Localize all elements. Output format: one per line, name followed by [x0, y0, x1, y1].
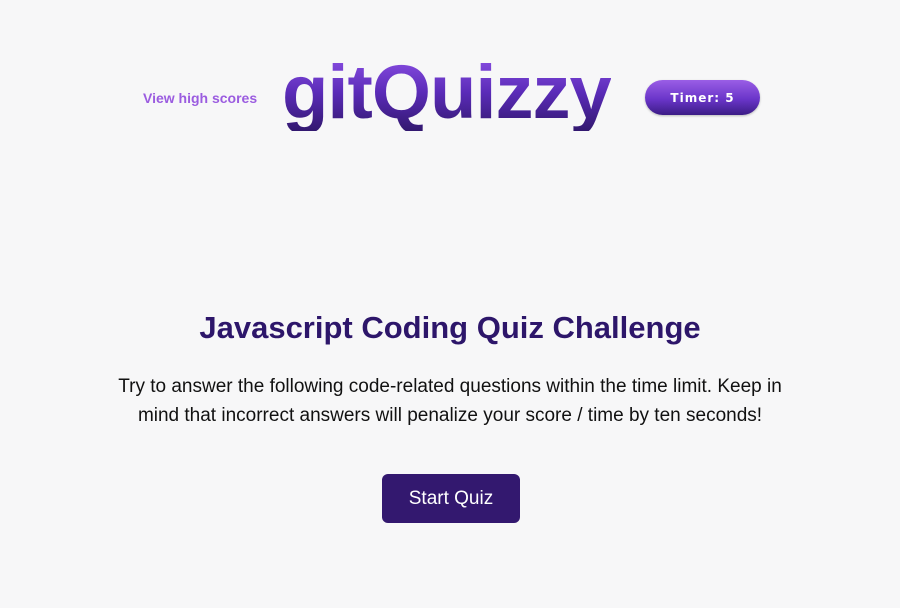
quiz-title: Javascript Coding Quiz Challenge — [199, 310, 701, 345]
start-quiz-button[interactable]: Start Quiz — [382, 474, 520, 523]
quiz-description: Try to answer the following code-related… — [118, 376, 782, 426]
quiz-intro: Javascript Coding Quiz Challenge Try to … — [0, 310, 900, 430]
page-header: View high scores gitQuizzy Timer: 5 — [0, 55, 900, 150]
view-high-scores-link[interactable]: View high scores — [143, 90, 257, 106]
gitquizzy-logo: gitQuizzy — [282, 50, 612, 135]
timer-badge: Timer: 5 — [645, 80, 760, 115]
